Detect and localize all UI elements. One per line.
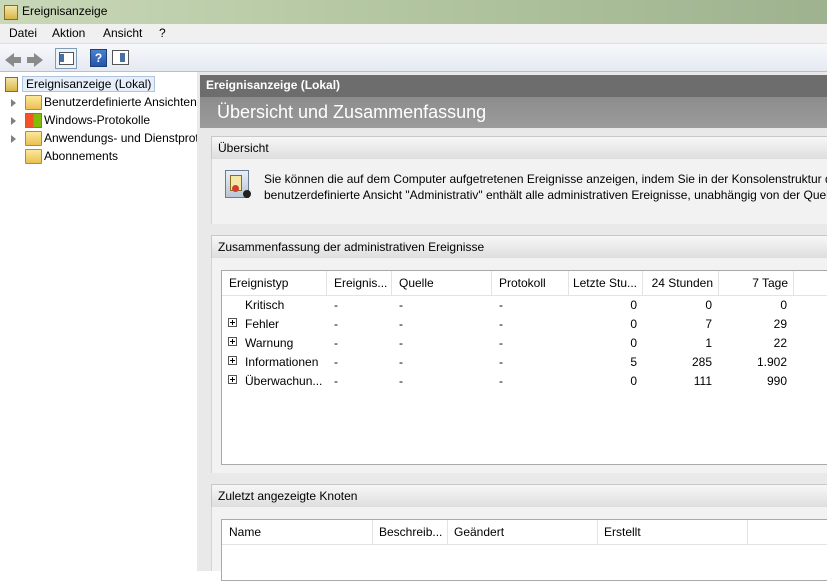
content-header: Ereignisanzeige (Lokal) (200, 75, 827, 97)
event-log-icon (225, 170, 251, 198)
column-header-24-stunden[interactable]: 24 Stunden (643, 271, 719, 295)
summary-section-title: Zusammenfassung der administrativen Erei… (218, 240, 485, 254)
event-viewer-icon (5, 77, 18, 92)
tree-item-label: Ereignisanzeige (Lokal) (22, 76, 156, 92)
column-header-ereignistyp[interactable]: Ereignistyp (222, 271, 327, 295)
console-tree: Ereignisanzeige (Lokal) Benutzerdefinier… (0, 72, 230, 571)
menu-help[interactable]: ? (159, 26, 166, 40)
back-arrow-icon[interactable] (3, 48, 23, 67)
column-header-quelle[interactable]: Quelle (392, 271, 492, 295)
menu-ansicht[interactable]: Ansicht (103, 26, 142, 40)
summary-table-header: Ereignistyp Ereignis... Quelle Protokoll… (222, 271, 827, 296)
recent-section-title: Zuletzt angezeigte Knoten (218, 489, 358, 503)
recent-section-header[interactable]: Zuletzt angezeigte Knoten (211, 484, 827, 508)
summary-section-body: Ereignistyp Ereignis... Quelle Protokoll… (211, 258, 827, 473)
tree-item-app-service-logs[interactable]: Anwendungs- und Dienstprotokolle (0, 131, 230, 147)
console-tree-icon[interactable] (55, 48, 77, 69)
tree-item-label: Abonnements (44, 149, 119, 163)
window-title: Ereignisanzeige (22, 4, 108, 18)
table-row[interactable]: Überwachun... - - - 0 111 990 (222, 372, 827, 391)
expand-plus-icon[interactable] (228, 356, 237, 365)
column-header-letzte-stunde[interactable]: Letzte Stu... (569, 271, 643, 295)
expand-plus-icon[interactable] (228, 318, 237, 327)
summary-section-header[interactable]: Zusammenfassung der administrativen Erei… (211, 235, 827, 259)
overview-section-title: Übersicht (218, 141, 269, 155)
content-pane: Ereignisanzeige (Lokal) Übersicht und Zu… (200, 72, 827, 581)
expand-arrow-icon[interactable] (11, 99, 16, 107)
overview-section-body: Sie können die auf dem Computer aufgetre… (211, 159, 827, 224)
subscriptions-icon (25, 149, 42, 164)
table-row[interactable]: Informationen - - - 5 285 1.902 (222, 353, 827, 372)
menu-aktion[interactable]: Aktion (52, 26, 85, 40)
menu-bar: Datei Aktion Ansicht ? (0, 24, 827, 44)
help-icon[interactable]: ? (88, 48, 108, 67)
folder-icon (25, 95, 42, 110)
column-header-erstellt[interactable]: Erstellt (598, 520, 748, 544)
tree-item-label: Windows-Protokolle (44, 113, 151, 127)
column-header-7-tage[interactable]: 7 Tage (719, 271, 794, 295)
recent-table-header: Name Beschreib... Geändert Erstellt (222, 520, 827, 545)
forward-arrow-icon[interactable] (25, 48, 45, 67)
overview-text-line2: benutzerdefinierte Ansicht "Administrati… (264, 188, 827, 202)
column-header-geaendert[interactable]: Geändert (448, 520, 598, 544)
column-header-protokoll[interactable]: Protokoll (492, 271, 569, 295)
expand-arrow-icon[interactable] (11, 135, 16, 143)
table-row[interactable]: Warnung - - - 0 1 22 (222, 334, 827, 353)
action-pane-icon[interactable] (110, 48, 130, 67)
tree-item-root[interactable]: Ereignisanzeige (Lokal) (0, 76, 196, 93)
windows-logs-icon (25, 113, 42, 128)
recent-section-body: Name Beschreib... Geändert Erstellt (211, 507, 827, 581)
column-header-name[interactable]: Name (222, 520, 373, 544)
tree-item-subscriptions[interactable]: Abonnements (0, 149, 196, 165)
tree-item-windows-logs[interactable]: Windows-Protokolle (0, 113, 196, 129)
table-row[interactable]: Kritisch - - - 0 0 0 (222, 296, 827, 315)
tree-item-label: Benutzerdefinierte Ansichten (44, 95, 197, 109)
overview-text-line1: Sie können die auf dem Computer aufgetre… (264, 172, 827, 186)
toolbar: ? (0, 44, 827, 72)
overview-section-header[interactable]: Übersicht (211, 136, 827, 160)
tree-item-custom-views[interactable]: Benutzerdefinierte Ansichten (0, 95, 197, 111)
menu-datei[interactable]: Datei (9, 26, 37, 40)
content-subtitle-bar: Übersicht und Zusammenfassung (200, 97, 827, 128)
expand-arrow-icon[interactable] (11, 117, 16, 125)
event-viewer-app-icon (4, 5, 18, 20)
summary-table: Ereignistyp Ereignis... Quelle Protokoll… (221, 270, 827, 465)
recent-nodes-table: Name Beschreib... Geändert Erstellt (221, 519, 827, 581)
content-header-title: Ereignisanzeige (Lokal) (206, 78, 341, 92)
column-header-ereignis-id[interactable]: Ereignis... (327, 271, 392, 295)
page-title: Übersicht und Zusammenfassung (217, 102, 487, 122)
title-bar: Ereignisanzeige (0, 0, 827, 24)
folder-icon (25, 131, 42, 146)
expand-plus-icon[interactable] (228, 375, 237, 384)
expand-plus-icon[interactable] (228, 337, 237, 346)
table-row[interactable]: Fehler - - - 0 7 29 (222, 315, 827, 334)
column-header-beschreibung[interactable]: Beschreib... (373, 520, 448, 544)
